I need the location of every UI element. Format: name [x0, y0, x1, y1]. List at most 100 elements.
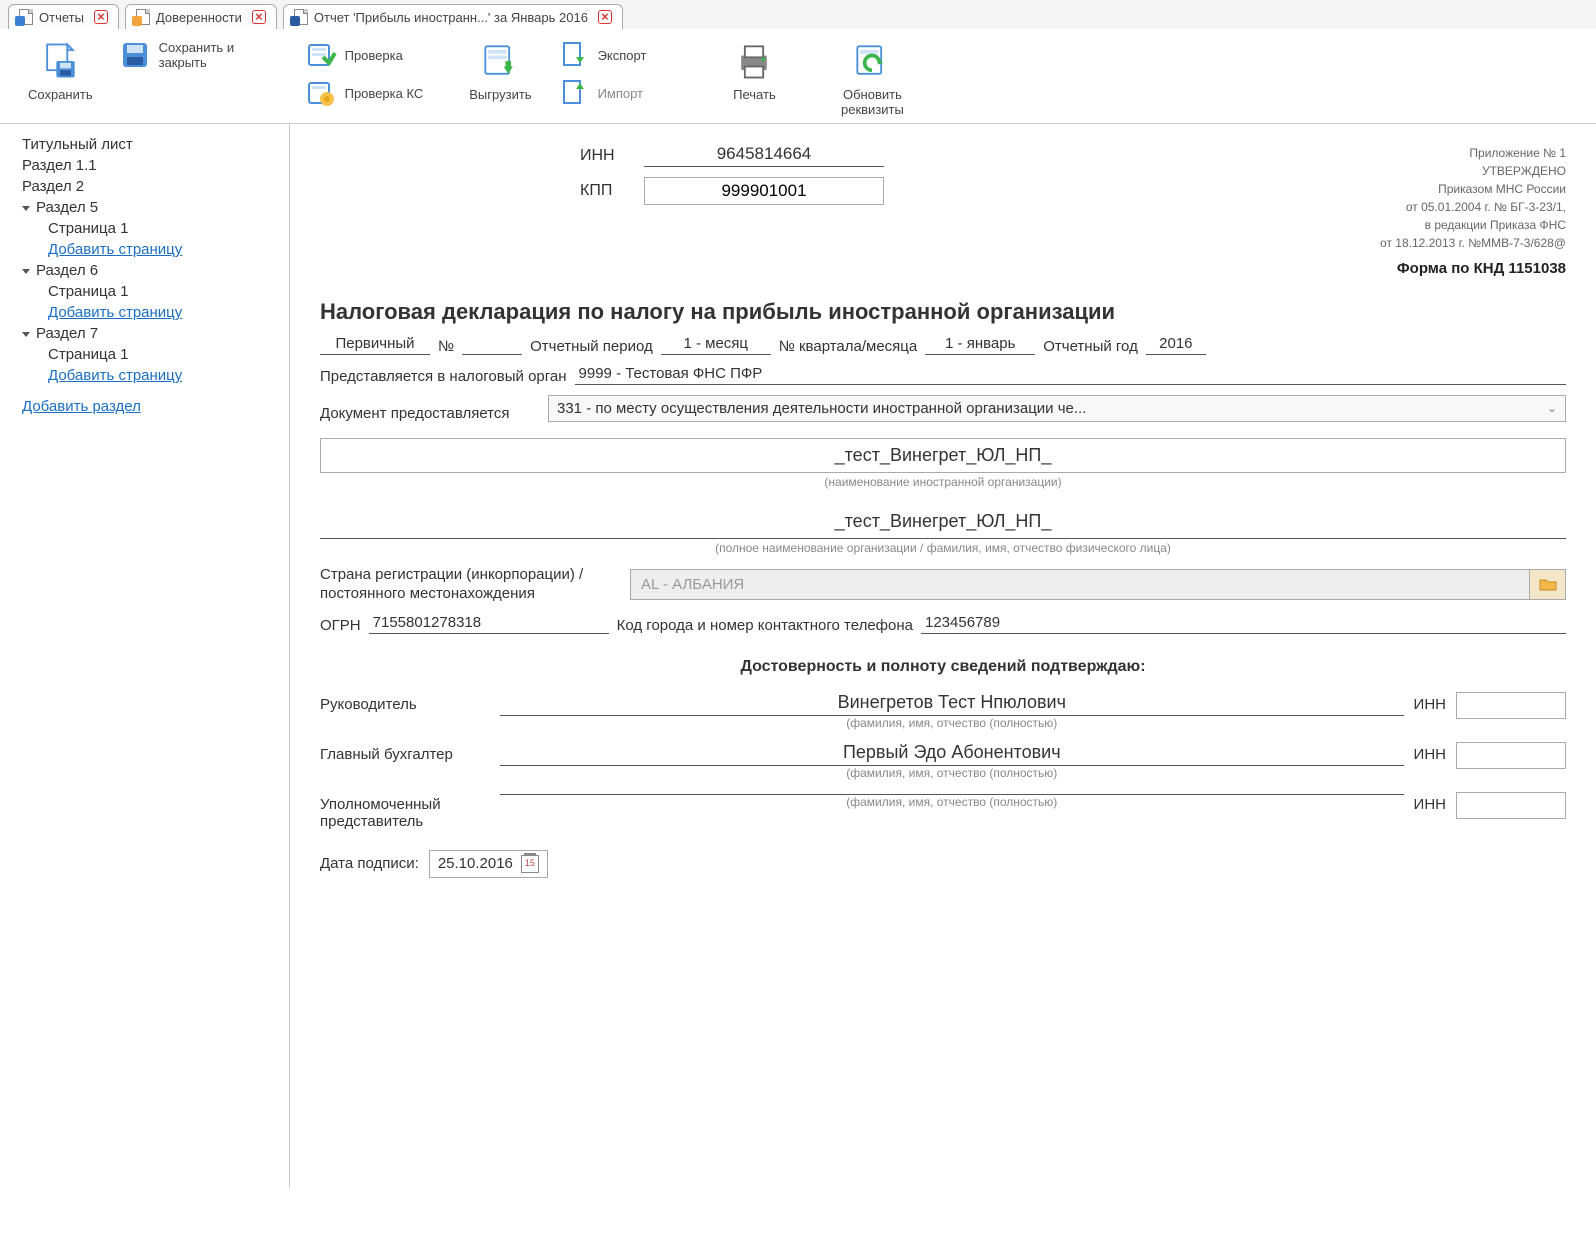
- head-name[interactable]: Винегретов Тест Нпюлович: [500, 692, 1404, 716]
- chevron-down-icon: ⌄: [1547, 401, 1557, 415]
- sign-date-value: 25.10.2016: [438, 855, 513, 872]
- save-close-icon: [119, 39, 151, 71]
- check-icon: [305, 39, 337, 71]
- org-name-full-input[interactable]: _тест_Винегрет_ЮЛ_НП_: [320, 505, 1566, 539]
- tax-auth-value[interactable]: 9999 - Тестовая ФНС ПФР: [575, 365, 1566, 385]
- check-ks-icon: [305, 77, 337, 109]
- refresh-button[interactable]: Обновить реквизиты: [832, 39, 912, 117]
- import-button[interactable]: Импорт: [558, 77, 647, 109]
- tab-reports[interactable]: Отчеты ×: [8, 4, 119, 29]
- year-value[interactable]: 2016: [1146, 335, 1206, 355]
- ogrn-label: ОГРН: [320, 617, 361, 634]
- sidebar-item-s2[interactable]: Раздел 2: [8, 176, 281, 197]
- refresh-icon: [850, 39, 894, 83]
- tab-report-profit[interactable]: Отчет 'Прибыль иностранн...' за Январь 2…: [283, 4, 623, 29]
- folder-icon[interactable]: [1529, 570, 1565, 599]
- approval-block: Приложение № 1 УТВЕРЖДЕНО Приказом МНС Р…: [1380, 144, 1566, 281]
- tab-powers[interactable]: Доверенности ×: [125, 4, 277, 29]
- tab-label: Отчеты: [39, 10, 84, 25]
- sidebar-item-s5[interactable]: Раздел 5: [8, 197, 281, 218]
- check-ks-button[interactable]: Проверка КС: [305, 77, 424, 109]
- rep-inn-input[interactable]: [1456, 792, 1566, 819]
- org-name-short-input[interactable]: _тест_Винегрет_ЮЛ_НП_: [320, 438, 1566, 473]
- approval-line: от 05.01.2004 г. № БГ-3-23/1,: [1380, 198, 1566, 216]
- save-close-label: Сохранить и закрыть: [159, 40, 249, 70]
- num-value[interactable]: [462, 352, 522, 355]
- rep-inn-label: ИНН: [1414, 792, 1446, 813]
- sidebar: Титульный лист Раздел 1.1 Раздел 2 Разде…: [0, 124, 290, 1188]
- acct-role: Главный бухгалтер: [320, 742, 490, 763]
- org-name-full-hint: (полное наименование организации / фамил…: [715, 541, 1171, 555]
- print-label: Печать: [733, 87, 776, 102]
- acct-inn-label: ИНН: [1414, 742, 1446, 763]
- sidebar-item-s6[interactable]: Раздел 6: [8, 260, 281, 281]
- rep-hint: (фамилия, имя, отчество (полностью): [846, 795, 1057, 809]
- sign-date-label: Дата подписи:: [320, 855, 419, 872]
- check-label: Проверка: [345, 48, 403, 63]
- tax-auth-label: Представляется в налоговый орган: [320, 368, 567, 385]
- print-icon: [732, 39, 776, 83]
- document-icon: [19, 9, 33, 25]
- import-label: Импорт: [598, 86, 643, 101]
- approval-line: УТВЕРЖДЕНО: [1380, 162, 1566, 180]
- approval-line: Приложение № 1: [1380, 144, 1566, 162]
- sidebar-item-s6-p1[interactable]: Страница 1: [8, 281, 281, 302]
- save-button[interactable]: Сохранить: [28, 39, 93, 102]
- check-ks-label: Проверка КС: [345, 86, 424, 101]
- kpp-label: КПП: [580, 182, 630, 200]
- num-label: №: [438, 338, 454, 355]
- approval-line: Приказом МНС России: [1380, 180, 1566, 198]
- sidebar-item-s7-add[interactable]: Добавить страницу: [8, 365, 281, 386]
- acct-name[interactable]: Первый Эдо Абонентович: [500, 742, 1404, 766]
- doc-place-value: 331 - по месту осуществления деятельност…: [557, 400, 1086, 417]
- close-icon[interactable]: ×: [252, 10, 266, 24]
- document-icon: [136, 9, 150, 25]
- sidebar-item-s11[interactable]: Раздел 1.1: [8, 155, 281, 176]
- sidebar-item-s7-p1[interactable]: Страница 1: [8, 344, 281, 365]
- save-icon: [38, 39, 82, 83]
- phone-value[interactable]: 123456789: [921, 614, 1566, 634]
- sidebar-item-title[interactable]: Титульный лист: [8, 134, 281, 155]
- country-label: Страна регистрации (инкорпорации) / пост…: [320, 565, 620, 604]
- sidebar-add-section[interactable]: Добавить раздел: [8, 396, 281, 417]
- calendar-icon[interactable]: 15: [521, 855, 539, 873]
- sidebar-item-s6-add[interactable]: Добавить страницу: [8, 302, 281, 323]
- close-icon[interactable]: ×: [94, 10, 108, 24]
- page-title: Налоговая декларация по налогу на прибыл…: [320, 299, 1566, 325]
- ogrn-value[interactable]: 7155801278318: [369, 614, 609, 634]
- inn-value[interactable]: 9645814664: [644, 144, 884, 167]
- export-button[interactable]: Выгрузить: [469, 39, 531, 102]
- sign-date-input[interactable]: 25.10.2016 15: [429, 850, 548, 878]
- doc-place-select[interactable]: 331 - по месту осуществления деятельност…: [548, 395, 1566, 422]
- approval-line: от 18.12.2013 г. №ММВ-7-3/628@: [1380, 234, 1566, 252]
- phone-label: Код города и номер контактного телефона: [617, 617, 913, 634]
- doc-place-label: Документ предоставляется: [320, 405, 540, 422]
- acct-inn-input[interactable]: [1456, 742, 1566, 769]
- country-value: AL - АЛБАНИЯ: [631, 570, 1529, 599]
- export-file-button[interactable]: Экспорт: [558, 39, 647, 71]
- close-icon[interactable]: ×: [598, 10, 612, 24]
- period-label: Отчетный период: [530, 338, 653, 355]
- kpp-input[interactable]: [644, 177, 884, 205]
- save-close-button[interactable]: Сохранить и закрыть: [119, 39, 249, 71]
- print-button[interactable]: Печать: [732, 39, 776, 102]
- sidebar-item-s5-add[interactable]: Добавить страницу: [8, 239, 281, 260]
- head-inn-input[interactable]: [1456, 692, 1566, 719]
- quarter-value[interactable]: 1 - январь: [925, 335, 1035, 355]
- year-label: Отчетный год: [1043, 338, 1138, 355]
- sidebar-item-s5-p1[interactable]: Страница 1: [8, 218, 281, 239]
- export-icon: [478, 39, 522, 83]
- tab-bar: Отчеты × Доверенности × Отчет 'Прибыль и…: [0, 0, 1596, 29]
- country-select[interactable]: AL - АЛБАНИЯ: [630, 569, 1566, 600]
- head-role: Руководитель: [320, 692, 490, 713]
- primary-value[interactable]: Первичный: [320, 335, 430, 355]
- period-value[interactable]: 1 - месяц: [661, 335, 771, 355]
- sidebar-item-s7[interactable]: Раздел 7: [8, 323, 281, 344]
- refresh-label: Обновить реквизиты: [832, 87, 912, 117]
- acct-hint: (фамилия, имя, отчество (полностью): [846, 766, 1057, 780]
- export-button-label: Выгрузить: [469, 87, 531, 102]
- export-file-icon: [558, 39, 590, 71]
- check-button[interactable]: Проверка: [305, 39, 424, 71]
- export-file-label: Экспорт: [598, 48, 647, 63]
- document-icon: [294, 9, 308, 25]
